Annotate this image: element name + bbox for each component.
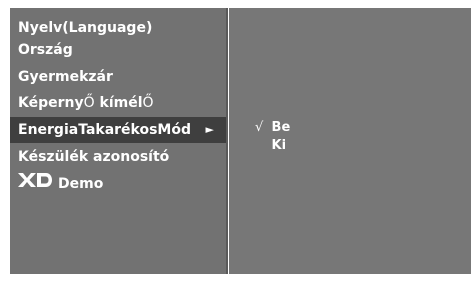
option-on-label: Be [271, 120, 291, 135]
main-menu-panel: Nyelv(Language) Ország Gyermekzár Képern… [10, 8, 228, 274]
menu-item-language-label: Nyelv(Language) [18, 20, 153, 36]
menu-item-screensaver[interactable]: KépernyŐ kímélŐ [10, 90, 226, 116]
menu-item-energy-saving[interactable]: EnergiaTakarékosMód ► [10, 117, 226, 143]
checkmark-icon: √ [255, 120, 264, 135]
option-on[interactable]: √ Be [255, 120, 290, 136]
menu-item-child-lock-label: Gyermekzár [18, 69, 113, 85]
menu-item-country-label: Ország [18, 42, 73, 58]
menu-item-device-id[interactable]: Készülék azonosító [10, 144, 226, 170]
menu-item-screensaver-label-part2: Ő [83, 95, 95, 111]
xd-logo-icon [18, 170, 52, 196]
option-off[interactable]: Ki [255, 138, 287, 154]
menu-item-child-lock[interactable]: Gyermekzár [10, 64, 226, 90]
menu-item-screensaver-label-part4: Ő [142, 95, 154, 111]
menu-item-country[interactable]: Ország [10, 37, 226, 63]
tv-menu-screen: Nyelv(Language) Ország Gyermekzár Képern… [0, 0, 471, 282]
menu-item-device-id-label: Készülék azonosító [18, 149, 170, 165]
submenu-panel: √ Be Ki [229, 8, 471, 274]
menu-item-demo-label: Demo [58, 176, 104, 192]
right-triangle-icon: ► [205, 123, 214, 136]
option-off-label: Ki [271, 138, 287, 153]
menu-item-energy-saving-label: EnergiaTakarékosMód [18, 122, 192, 138]
menu-item-screensaver-label-part1: Képerny [18, 95, 84, 111]
menu-item-screensaver-label-part3: kímél [94, 95, 143, 111]
menu-item-demo[interactable]: Demo [10, 171, 226, 197]
